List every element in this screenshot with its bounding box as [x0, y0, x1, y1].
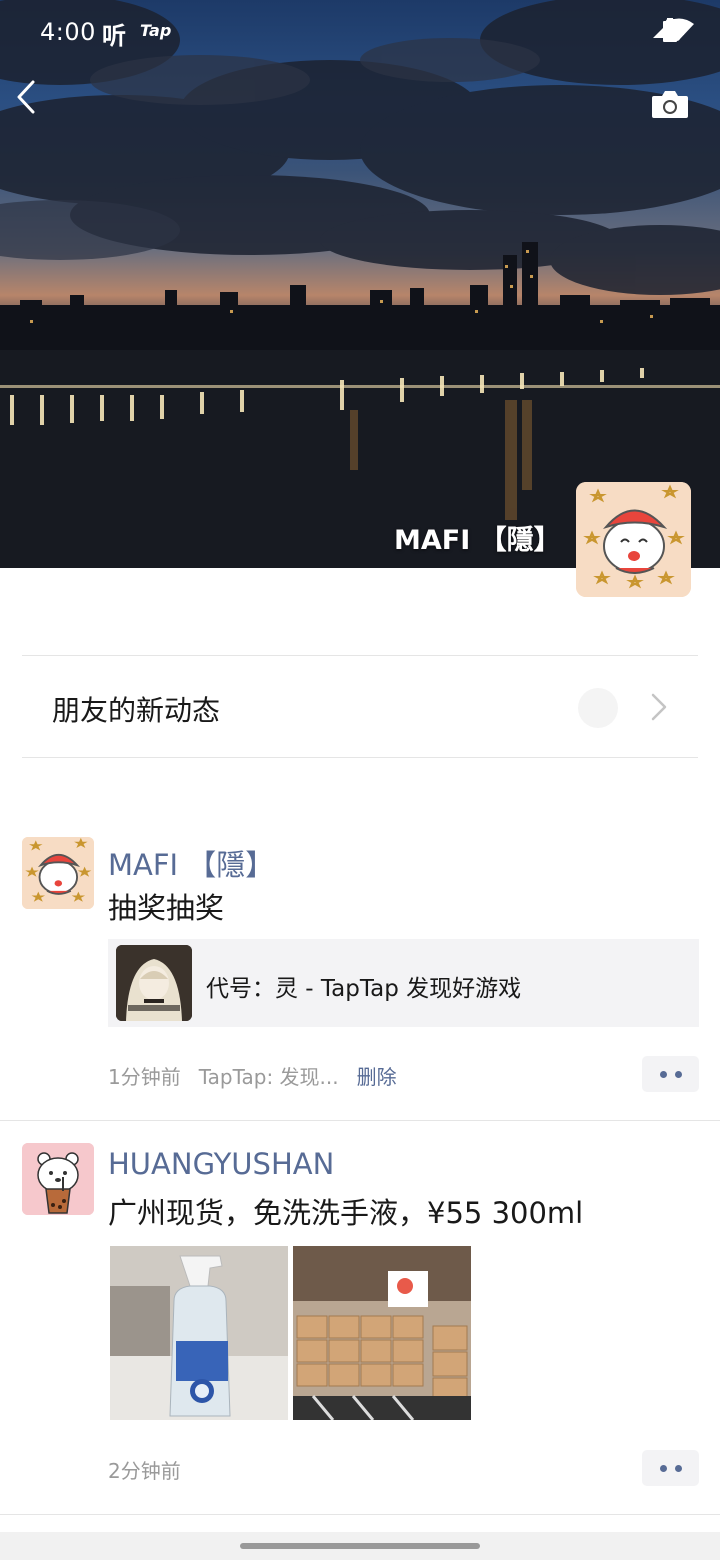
warehouse-boxes-photo	[293, 1246, 471, 1420]
author-avatar[interactable]	[22, 1143, 94, 1215]
battery-icon	[663, 18, 678, 42]
game-cover-art	[116, 945, 192, 1021]
post-meta: 1分钟前 TapTap: 发现... 删除	[108, 1061, 397, 1090]
more-dots-icon	[659, 1464, 667, 1472]
friend-avatar-placeholder	[578, 688, 618, 728]
post-author-name[interactable]: MAFI 【隱】	[108, 842, 274, 884]
shared-link-card[interactable]: 代号：灵 - TapTap 发现好游戏	[108, 939, 699, 1027]
status-icons: 4G 1X	[653, 18, 695, 42]
profile-avatar[interactable]	[576, 482, 691, 597]
friends-updates-label: 朋友的新动态	[52, 694, 221, 727]
profile-name: MAFI 【隱】	[394, 525, 561, 556]
more-dots-icon	[659, 1070, 667, 1078]
post-source[interactable]: TapTap: 发现...	[199, 1061, 339, 1090]
shared-link-title: 代号：灵 - TapTap 发现好游戏	[206, 976, 522, 1002]
divider	[22, 757, 698, 758]
divider	[0, 1514, 720, 1515]
back-button[interactable]	[16, 80, 60, 132]
status-time: 4:00	[40, 18, 96, 46]
more-actions-button[interactable]	[642, 1450, 699, 1486]
cartoon-cat-avatar	[576, 482, 691, 597]
camera-icon	[652, 91, 688, 118]
divider	[0, 1120, 720, 1121]
game-cover-thumbnail	[116, 945, 192, 1021]
hand-sanitizer-bottle-photo	[110, 1246, 288, 1420]
tap-app-icon: Tap	[140, 21, 172, 40]
post-image[interactable]	[293, 1246, 471, 1420]
moments-screen: 4:00 听 Tap 4G 1X	[0, 0, 720, 1560]
bear-bubble-tea-avatar	[22, 1143, 94, 1215]
post-time: 1分钟前	[108, 1065, 181, 1089]
post-image[interactable]	[110, 1246, 288, 1420]
home-indicator[interactable]	[240, 1543, 480, 1549]
chevron-left-icon	[17, 80, 35, 114]
cartoon-cat-avatar	[22, 837, 94, 909]
friends-updates-row[interactable]: 朋友的新动态	[22, 656, 698, 757]
delete-link[interactable]: 删除	[357, 1061, 397, 1090]
post-text: 广州现货，免洗洗手液，¥55 300ml	[108, 1196, 584, 1230]
more-dots-icon	[674, 1070, 682, 1078]
more-actions-button[interactable]	[642, 1056, 699, 1092]
post-author-name[interactable]: HUANGYUSHAN	[108, 1147, 334, 1181]
author-avatar[interactable]	[22, 837, 94, 909]
ting-app-icon: 听	[102, 22, 126, 50]
status-bar: 4:00 听 Tap 4G 1X	[0, 0, 720, 64]
chevron-right-icon	[651, 693, 667, 721]
camera-button[interactable]	[650, 88, 694, 128]
post-time: 2分钟前	[108, 1459, 181, 1483]
post-meta: 2分钟前	[108, 1455, 181, 1484]
more-dots-icon	[674, 1464, 682, 1472]
post-text: 抽奖抽奖	[108, 891, 225, 925]
